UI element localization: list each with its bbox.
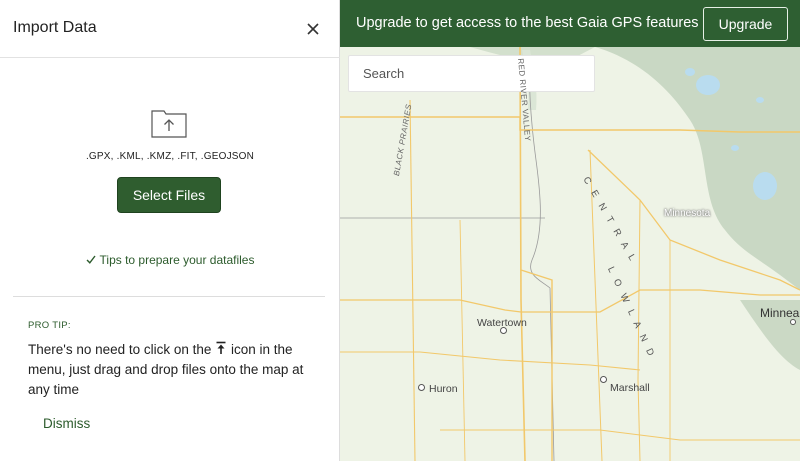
map-label-minnesota: Minnesota	[664, 208, 711, 219]
folder-upload-icon	[150, 107, 188, 139]
banner-text: Upgrade to get access to the best Gaia G…	[356, 15, 699, 31]
supported-formats: .GPX, .KML, .KMZ, .FIT, .GEOJSON	[85, 151, 255, 162]
city-marker-marshall	[600, 376, 607, 383]
map-label-huron: Huron	[429, 383, 458, 395]
pro-tip-text-before: There's no need to click on the	[28, 342, 212, 357]
pro-tip-label: PRO TIP:	[28, 320, 71, 331]
map-label-minneapolis: Minnea	[760, 306, 800, 320]
panel-header: Import Data	[0, 0, 340, 58]
city-marker-minneapolis	[790, 319, 796, 325]
select-files-button[interactable]: Select Files	[117, 177, 221, 213]
panel-title: Import Data	[13, 19, 97, 36]
tips-link[interactable]: Tips to prepare your datafiles	[0, 253, 340, 267]
city-marker-huron	[418, 384, 425, 391]
tips-label: Tips to prepare your datafiles	[99, 253, 255, 267]
divider	[13, 296, 325, 297]
search-input[interactable]	[348, 55, 595, 92]
dismiss-button[interactable]: Dismiss	[43, 416, 90, 431]
map-label-marshall: Marshall	[610, 382, 650, 394]
map-view[interactable]: Upgrade to get access to the best Gaia G…	[340, 0, 800, 461]
import-data-panel: Import Data .GPX, .KML, .KMZ, .FIT, .GEO…	[0, 0, 340, 461]
city-marker-watertown	[500, 327, 507, 334]
upgrade-banner: Upgrade to get access to the best Gaia G…	[340, 0, 800, 47]
checkmark-icon	[86, 253, 96, 267]
upload-icon	[215, 341, 227, 355]
pro-tip-text: There's no need to click on the icon in …	[28, 340, 323, 400]
upgrade-button[interactable]: Upgrade	[703, 7, 788, 41]
close-icon[interactable]	[303, 19, 323, 39]
